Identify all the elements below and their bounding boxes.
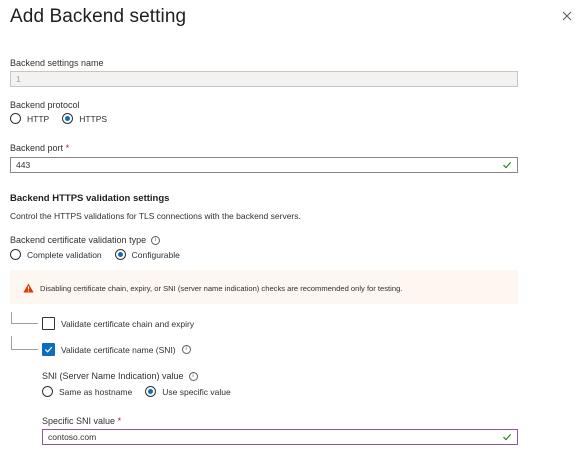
specific-sni-value: contoso.com (48, 432, 97, 442)
specific-sni-input[interactable]: contoso.com (42, 429, 518, 445)
tree-connector (11, 336, 38, 350)
warning-icon (23, 283, 34, 293)
sni-radio-group: Same as hostname Use specific value (42, 386, 231, 397)
validate-name-label: Validate certificate name (SNI) (61, 344, 176, 355)
cert-type-label-text: Backend certificate validation type (10, 235, 147, 245)
same-as-hostname-label: Same as hostname (59, 386, 133, 397)
port-label-text: Backend port (10, 143, 64, 153)
validate-chain-option[interactable]: Validate certificate chain and expiry (42, 317, 194, 330)
http-radio[interactable] (10, 113, 21, 124)
complete-validation-radio[interactable] (10, 249, 21, 260)
close-icon[interactable] (561, 10, 573, 22)
complete-validation-label: Complete validation (27, 249, 102, 260)
tree-connector (11, 312, 38, 324)
validate-name-checkbox[interactable] (42, 343, 55, 356)
checkmark-icon (503, 434, 512, 441)
validate-chain-label: Validate certificate chain and expiry (61, 318, 195, 329)
https-validation-description: Control the HTTPS validations for TLS co… (10, 211, 301, 221)
sni-label: SNI (Server Name Indication) value i (42, 371, 198, 381)
configurable-label: Configurable (131, 249, 180, 260)
same-as-hostname-radio[interactable] (42, 386, 53, 397)
info-icon[interactable]: i (181, 345, 191, 354)
port-value: 443 (16, 160, 31, 170)
specific-sni-label: Specific SNI value * (42, 416, 121, 426)
https-label: HTTPS (79, 113, 108, 124)
port-input[interactable]: 443 (10, 157, 518, 173)
checkbox-check-icon (44, 346, 53, 353)
protocol-radio-group: HTTP HTTPS (10, 113, 107, 124)
validate-chain-checkbox[interactable] (42, 317, 55, 330)
checkmark-icon (503, 162, 512, 169)
validate-name-option[interactable]: Validate certificate name (SNI) i (42, 343, 191, 356)
option-same-as-hostname[interactable]: Same as hostname (42, 386, 132, 397)
use-specific-value-radio[interactable] (145, 386, 157, 397)
settings-name-label: Backend settings name (10, 58, 104, 68)
https-radio[interactable] (62, 113, 74, 124)
sni-label-text: SNI (Server Name Indication) value (42, 371, 184, 381)
use-specific-value-label: Use specific value (162, 386, 231, 397)
required-mark: * (65, 143, 70, 153)
option-complete-validation[interactable]: Complete validation (10, 249, 102, 260)
option-use-specific-value[interactable]: Use specific value (145, 386, 231, 397)
info-icon[interactable]: i (188, 371, 198, 381)
specific-sni-label-text: Specific SNI value (42, 416, 116, 426)
protocol-label: Backend protocol (10, 100, 80, 110)
info-icon[interactable]: i (151, 235, 161, 245)
cert-type-label: Backend certificate validation type i (10, 235, 161, 245)
http-label: HTTP (27, 113, 50, 124)
warning-text: Disabling certificate chain, expiry, or … (40, 284, 403, 293)
cert-type-radio-group: Complete validation Configurable (10, 249, 180, 260)
protocol-option-http[interactable]: HTTP (10, 113, 49, 124)
port-label: Backend port * (10, 143, 69, 153)
settings-name-field: 1 (10, 71, 518, 87)
option-configurable[interactable]: Configurable (114, 249, 180, 260)
configurable-radio[interactable] (114, 249, 126, 260)
panel-title: Add Backend setting (10, 6, 187, 27)
protocol-option-https[interactable]: HTTPS (62, 113, 107, 124)
required-mark: * (117, 416, 122, 426)
https-validation-heading: Backend HTTPS validation settings (10, 193, 170, 204)
